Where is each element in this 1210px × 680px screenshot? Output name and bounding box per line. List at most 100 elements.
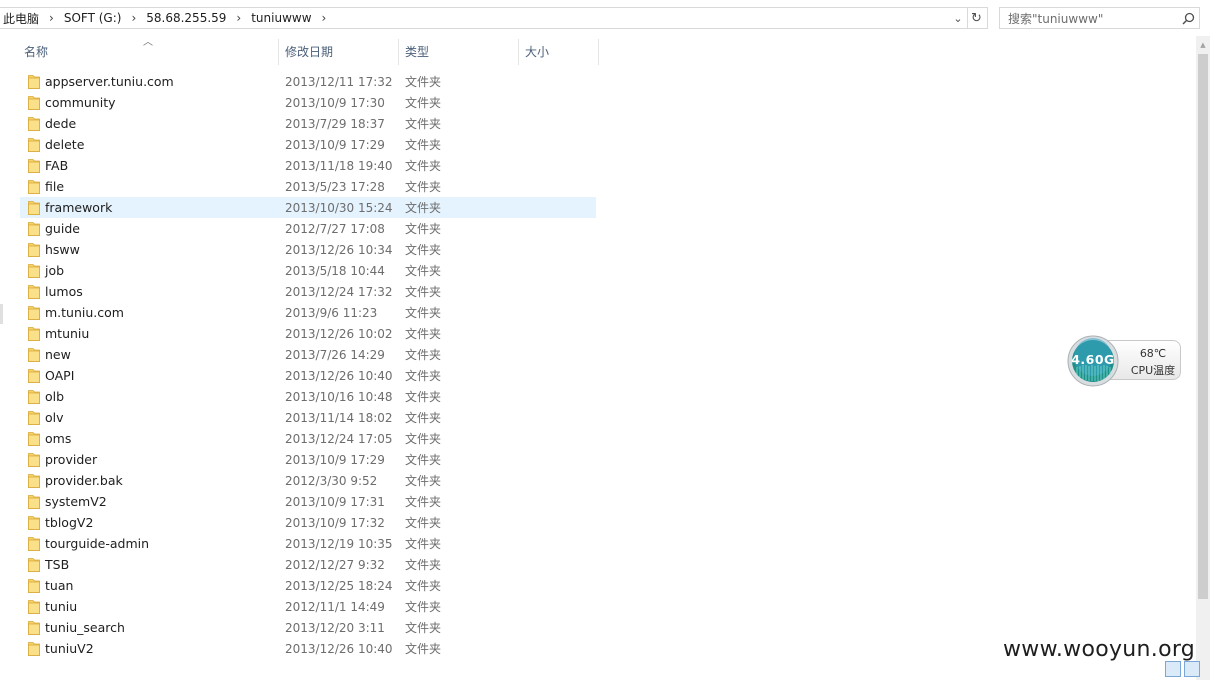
file-name[interactable]: tuniu_search (45, 620, 125, 635)
file-name[interactable]: framework (45, 200, 112, 215)
scroll-up-icon[interactable]: ▲ (1196, 36, 1210, 53)
file-name[interactable]: olb (45, 389, 64, 404)
file-row[interactable]: OAPI 2013/12/26 10:40 文件夹 (20, 365, 596, 386)
file-name[interactable]: OAPI (45, 368, 74, 383)
file-name[interactable]: provider.bak (45, 473, 123, 488)
chevron-right-icon[interactable]: › (229, 11, 248, 25)
file-name[interactable]: tourguide-admin (45, 536, 149, 551)
column-header-date[interactable]: 修改日期 (285, 36, 333, 66)
file-row[interactable]: tuan 2013/12/25 18:24 文件夹 (20, 575, 596, 596)
chevron-right-icon[interactable]: › (124, 11, 143, 25)
folder-icon (28, 75, 40, 89)
scrollbar-thumb[interactable] (1198, 54, 1208, 599)
file-name[interactable]: oms (45, 431, 71, 446)
file-row[interactable]: mtuniu 2013/12/26 10:02 文件夹 (20, 323, 596, 344)
chevron-right-icon[interactable]: › (315, 11, 334, 25)
file-name[interactable]: appserver.tuniu.com (45, 74, 174, 89)
column-divider[interactable] (518, 39, 519, 65)
file-name[interactable]: tuniu (45, 599, 77, 614)
chevron-down-icon[interactable]: ⌄ (949, 8, 967, 28)
search-placeholder: 搜索"tuniuwww" (1008, 11, 1104, 26)
file-row[interactable]: lumos 2013/12/24 17:32 文件夹 (20, 281, 596, 302)
file-name[interactable]: systemV2 (45, 494, 107, 509)
folder-icon (28, 558, 40, 572)
file-row[interactable]: FAB 2013/11/18 19:40 文件夹 (20, 155, 596, 176)
file-name[interactable]: delete (45, 137, 84, 152)
file-row[interactable]: file 2013/5/23 17:28 文件夹 (20, 176, 596, 197)
file-row[interactable]: oms 2013/12/24 17:05 文件夹 (20, 428, 596, 449)
file-name[interactable]: lumos (45, 284, 83, 299)
file-row[interactable]: tuniu_search 2013/12/20 3:11 文件夹 (20, 617, 596, 638)
breadcrumb-ip-folder[interactable]: 58.68.255.59 (143, 11, 229, 25)
folder-icon (28, 285, 40, 299)
file-type: 文件夹 (405, 138, 442, 152)
file-name[interactable]: guide (45, 221, 80, 236)
file-modified-date: 2013/10/9 17:29 (285, 137, 385, 152)
folder-icon (28, 474, 40, 488)
file-modified-date: 2013/12/26 10:02 (285, 326, 393, 341)
file-row[interactable]: hsww 2013/12/26 10:34 文件夹 (20, 239, 596, 260)
file-row[interactable]: tourguide-admin 2013/12/19 10:35 文件夹 (20, 533, 596, 554)
file-name[interactable]: new (45, 347, 71, 362)
file-row[interactable]: systemV2 2013/10/9 17:31 文件夹 (20, 491, 596, 512)
file-row[interactable]: dede 2013/7/29 18:37 文件夹 (20, 113, 596, 134)
column-header-name[interactable]: 名称 (24, 36, 48, 66)
column-divider[interactable] (598, 39, 599, 65)
file-row[interactable]: community 2013/10/9 17:30 文件夹 (20, 92, 596, 113)
file-row[interactable]: job 2013/5/18 10:44 文件夹 (20, 260, 596, 281)
file-row[interactable]: TSB 2012/12/27 9:32 文件夹 (20, 554, 596, 575)
file-row[interactable]: guide 2012/7/27 17:08 文件夹 (20, 218, 596, 239)
column-header-size[interactable]: 大小 (525, 36, 549, 66)
file-type: 文件夹 (405, 285, 442, 299)
folder-icon (28, 495, 40, 509)
large-icons-view-icon[interactable] (1184, 660, 1200, 677)
file-row[interactable]: new 2013/7/26 14:29 文件夹 (20, 344, 596, 365)
file-row[interactable]: tblogV2 2013/10/9 17:32 文件夹 (20, 512, 596, 533)
file-row[interactable]: provider 2013/10/9 17:29 文件夹 (20, 449, 596, 470)
folder-icon (28, 264, 40, 278)
column-divider[interactable] (398, 39, 399, 65)
file-type: 文件夹 (405, 117, 442, 131)
search-input[interactable]: 搜索"tuniuwww" (999, 7, 1200, 29)
file-modified-date: 2013/10/16 10:48 (285, 389, 393, 404)
file-row[interactable]: provider.bak 2012/3/30 9:52 文件夹 (20, 470, 596, 491)
file-name[interactable]: tuniuV2 (45, 641, 94, 656)
column-header-type[interactable]: 类型 (405, 36, 429, 66)
folder-icon (28, 327, 40, 341)
breadcrumb-current-folder[interactable]: tuniuwww (248, 11, 314, 25)
file-name[interactable]: m.tuniu.com (45, 305, 124, 320)
breadcrumb-this-pc[interactable]: 此电脑 (0, 10, 42, 27)
refresh-button[interactable]: ↻ (966, 7, 988, 29)
breadcrumb-drive[interactable]: SOFT (G:) (61, 11, 125, 25)
search-icon[interactable] (1177, 8, 1199, 28)
file-name[interactable]: job (45, 263, 64, 278)
file-row[interactable]: tuniu 2012/11/1 14:49 文件夹 (20, 596, 596, 617)
file-name[interactable]: olv (45, 410, 64, 425)
file-name[interactable]: provider (45, 452, 97, 467)
details-view-icon[interactable] (1165, 660, 1181, 677)
file-row[interactable]: olb 2013/10/16 10:48 文件夹 (20, 386, 596, 407)
file-type: 文件夹 (405, 159, 442, 173)
file-name[interactable]: mtuniu (45, 326, 89, 341)
file-name[interactable]: tuan (45, 578, 73, 593)
file-name[interactable]: dede (45, 116, 76, 131)
file-type: 文件夹 (405, 75, 442, 89)
file-name[interactable]: TSB (45, 557, 69, 572)
file-name[interactable]: FAB (45, 158, 68, 173)
file-name[interactable]: hsww (45, 242, 80, 257)
file-name[interactable]: tblogV2 (45, 515, 93, 530)
file-row[interactable]: olv 2013/11/14 18:02 文件夹 (20, 407, 596, 428)
vertical-scrollbar[interactable]: ▲ (1196, 36, 1210, 680)
column-divider[interactable] (278, 39, 279, 65)
file-row[interactable]: appserver.tuniu.com 2013/12/11 17:32 文件夹 (20, 71, 596, 92)
file-name[interactable]: file (45, 179, 64, 194)
file-row[interactable]: m.tuniu.com 2013/9/6 11:23 文件夹 (20, 302, 596, 323)
file-row[interactable]: framework 2013/10/30 15:24 文件夹 (20, 197, 596, 218)
address-bar[interactable]: 此电脑 › SOFT (G:) › 58.68.255.59 › tuniuww… (0, 7, 968, 29)
file-row[interactable]: delete 2013/10/9 17:29 文件夹 (20, 134, 596, 155)
file-name[interactable]: community (45, 95, 116, 110)
file-row[interactable]: tuniuV2 2013/12/26 10:40 文件夹 (20, 638, 596, 659)
chevron-right-icon[interactable]: › (42, 11, 61, 25)
folder-icon (28, 600, 40, 614)
cpu-temperature-widget[interactable]: 68℃ CPU温度 4.60G (1067, 335, 1181, 387)
